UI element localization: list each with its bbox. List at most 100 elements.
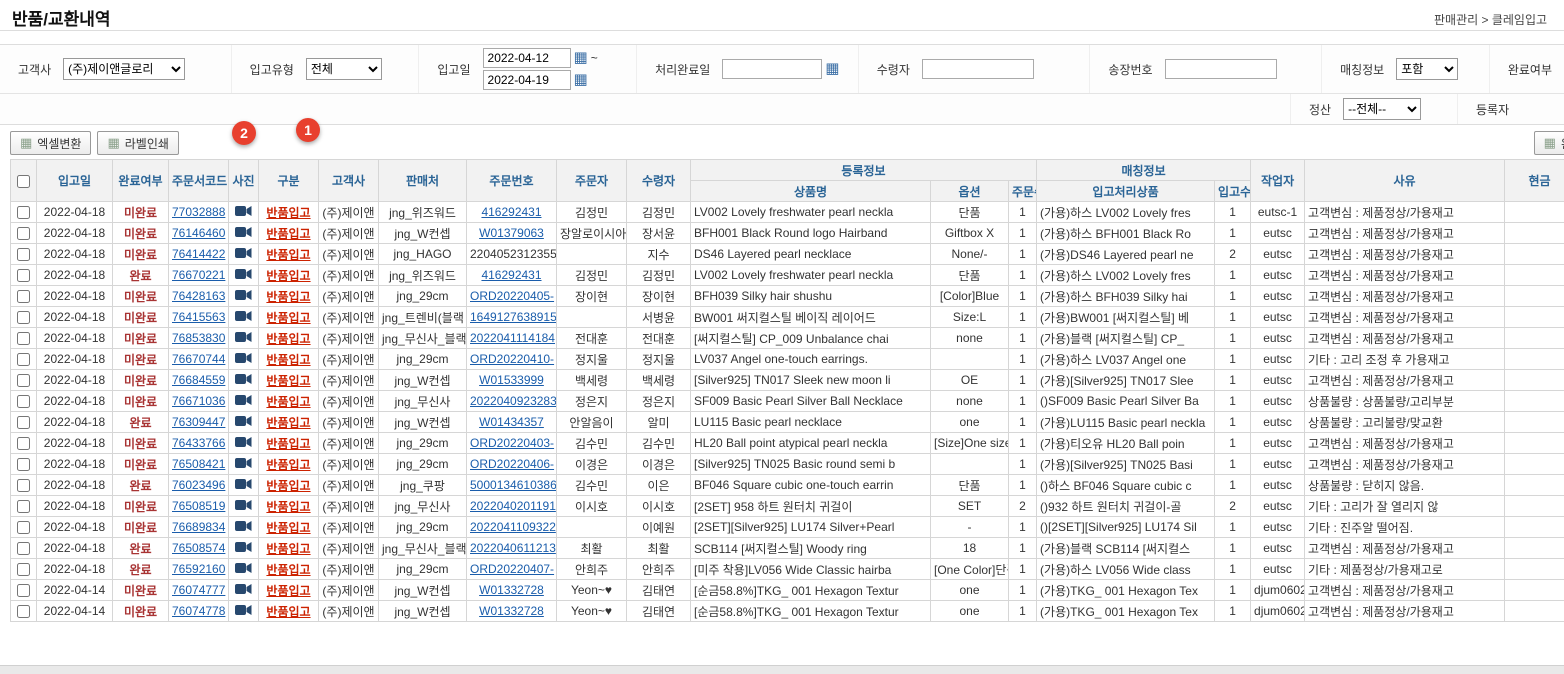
camera-icon[interactable] [235,457,252,469]
row-checkbox[interactable] [17,563,30,576]
receipt-type-select[interactable]: 전체 [306,58,382,80]
order-code-link[interactable]: 76309447 [172,415,225,429]
order-number-link[interactable]: ORD20220410- [470,352,554,366]
order-number-link[interactable]: ORD20220407- [470,562,554,576]
return-receipt-link[interactable]: 반품입고 [266,332,310,346]
order-number-link[interactable]: 2022040923283 [470,394,557,408]
settlement-select[interactable]: --전체-- [1343,98,1421,120]
horizontal-scrollbar-track[interactable] [0,665,1564,674]
order-number-link[interactable]: 2022040201191 [470,499,556,513]
camera-icon[interactable] [235,247,252,259]
row-checkbox[interactable] [17,248,30,261]
order-number-link[interactable]: W01332728 [479,583,544,597]
complete-button-partial[interactable]: ▦ 완 [1534,131,1564,155]
select-all-checkbox[interactable] [17,175,30,188]
return-receipt-link[interactable]: 반품입고 [266,206,310,220]
row-checkbox[interactable] [17,332,30,345]
order-number-link[interactable]: W01379063 [479,226,544,240]
row-checkbox[interactable] [17,206,30,219]
return-receipt-link[interactable]: 반품입고 [266,458,310,472]
return-receipt-link[interactable]: 반품입고 [266,542,310,556]
order-code-link[interactable]: 76670744 [172,352,225,366]
order-code-link[interactable]: 76689834 [172,520,225,534]
camera-icon[interactable] [235,373,252,385]
order-code-link[interactable]: 76428163 [172,289,225,303]
calendar-icon[interactable]: ▦ [825,62,839,76]
complete-date-input[interactable] [722,59,822,79]
matching-select[interactable]: 포함 [1396,58,1458,80]
breadcrumb[interactable]: 판매관리 > 클레임입고 [1434,11,1547,28]
return-receipt-link[interactable]: 반품입고 [266,584,310,598]
return-receipt-link[interactable]: 반품입고 [266,605,310,619]
order-code-link[interactable]: 76592160 [172,562,225,576]
row-checkbox[interactable] [17,605,30,618]
row-checkbox[interactable] [17,500,30,513]
order-code-link[interactable]: 76023496 [172,478,225,492]
camera-icon[interactable] [235,331,252,343]
camera-icon[interactable] [235,436,252,448]
row-checkbox[interactable] [17,416,30,429]
row-checkbox[interactable] [17,479,30,492]
return-receipt-link[interactable]: 반품입고 [266,563,310,577]
row-checkbox[interactable] [17,290,30,303]
receipt-date-from-input[interactable] [483,48,571,68]
row-checkbox[interactable] [17,311,30,324]
row-checkbox[interactable] [17,269,30,282]
order-number-link[interactable]: ORD20220406- [470,457,554,471]
camera-icon[interactable] [235,415,252,427]
order-code-link[interactable]: 76508519 [172,499,225,513]
camera-icon[interactable] [235,499,252,511]
return-receipt-link[interactable]: 반품입고 [266,353,310,367]
return-receipt-link[interactable]: 반품입고 [266,374,310,388]
order-number-link[interactable]: 1649127638915 [470,310,557,324]
order-number-link[interactable]: 2022040611213 [470,541,556,555]
row-checkbox[interactable] [17,458,30,471]
calendar-icon[interactable]: ▦ [574,73,588,87]
camera-icon[interactable] [235,604,252,616]
receipt-date-to-input[interactable] [483,70,571,90]
row-checkbox[interactable] [17,521,30,534]
order-number-link[interactable]: ORD20220403- [470,436,554,450]
row-checkbox[interactable] [17,227,30,240]
return-receipt-link[interactable]: 반품입고 [266,500,310,514]
return-receipt-link[interactable]: 반품입고 [266,437,310,451]
customer-filter-select[interactable]: (주)제이앤글로리 [63,58,185,80]
order-code-link[interactable]: 76074778 [172,604,225,618]
order-code-link[interactable]: 76508574 [172,541,225,555]
return-receipt-link[interactable]: 반품입고 [266,479,310,493]
camera-icon[interactable] [235,394,252,406]
return-receipt-link[interactable]: 반품입고 [266,269,310,283]
invoice-input[interactable] [1165,59,1277,79]
order-code-link[interactable]: 76414422 [172,247,225,261]
order-code-link[interactable]: 77032888 [172,205,225,219]
order-code-link[interactable]: 76415563 [172,310,225,324]
order-code-link[interactable]: 76074777 [172,583,225,597]
row-checkbox[interactable] [17,353,30,366]
camera-icon[interactable] [235,310,252,322]
camera-icon[interactable] [235,226,252,238]
return-receipt-link[interactable]: 반품입고 [266,290,310,304]
return-receipt-link[interactable]: 반품입고 [266,311,310,325]
return-receipt-link[interactable]: 반품입고 [266,416,310,430]
order-code-link[interactable]: 76146460 [172,226,225,240]
camera-icon[interactable] [235,289,252,301]
order-number-link[interactable]: 2022041114184 [470,331,555,345]
camera-icon[interactable] [235,268,252,280]
order-number-link[interactable]: W01533999 [479,373,544,387]
order-code-link[interactable]: 76508421 [172,457,225,471]
camera-icon[interactable] [235,478,252,490]
order-number-link[interactable]: W01434357 [479,415,544,429]
camera-icon[interactable] [235,352,252,364]
receiver-input[interactable] [922,59,1034,79]
camera-icon[interactable] [235,562,252,574]
camera-icon[interactable] [235,541,252,553]
order-number-link[interactable]: ORD20220405- [470,289,554,303]
order-number-link[interactable]: 2022041109322 [470,520,556,534]
row-checkbox[interactable] [17,437,30,450]
return-receipt-link[interactable]: 반품입고 [266,521,310,535]
order-code-link[interactable]: 76853830 [172,331,225,345]
order-code-link[interactable]: 76684559 [172,373,225,387]
row-checkbox[interactable] [17,395,30,408]
order-code-link[interactable]: 76671036 [172,394,225,408]
return-receipt-link[interactable]: 반품입고 [266,227,310,241]
